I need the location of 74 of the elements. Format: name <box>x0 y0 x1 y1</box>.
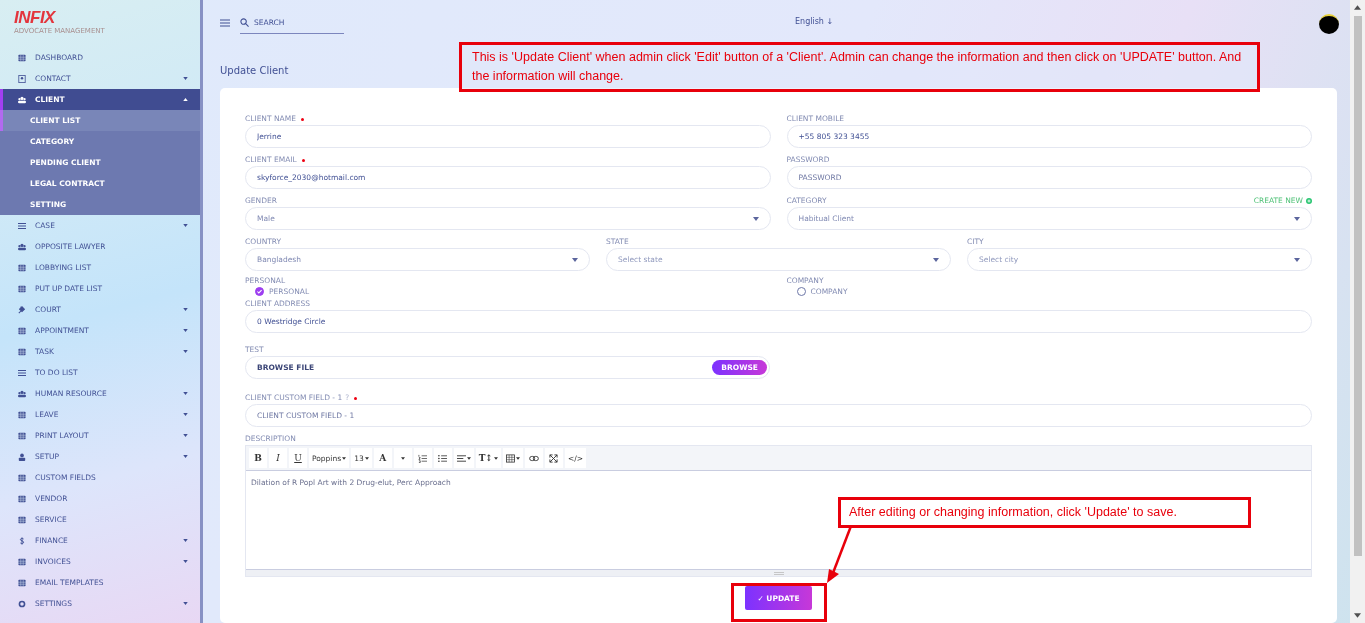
scroll-up-icon[interactable] <box>1354 5 1361 10</box>
people-icon <box>18 95 26 104</box>
caret-icon <box>515 456 520 460</box>
plus-circle-icon <box>1306 198 1312 204</box>
align-button[interactable] <box>453 448 474 468</box>
grid-icon <box>18 263 26 272</box>
toolbar-button[interactable]: U <box>289 448 307 468</box>
list-icon <box>18 221 26 230</box>
annotation-callout: After editing or changing information, click 'Update' to save. <box>838 497 1251 528</box>
toolbar-button[interactable]: T↕ <box>475 448 501 468</box>
caret-icon <box>364 456 369 460</box>
people-icon <box>18 242 26 251</box>
caret-icon <box>183 224 188 227</box>
caret-icon <box>400 456 405 460</box>
table-icon <box>505 453 515 463</box>
caret-icon <box>183 392 188 395</box>
caret-icon <box>183 329 188 332</box>
annotation-callout: This is 'Update Client' when admin click 'Edit' button of a 'Client'. Admin can change the information and then click on 'UPDATE' button. And the information will change. <box>459 42 1260 92</box>
toolbar-button[interactable]: I <box>269 448 287 468</box>
required-mark <box>301 158 305 162</box>
toolbar-button[interactable]: A <box>373 448 392 468</box>
logo: INFIX <box>14 9 55 27</box>
avatar[interactable] <box>1319 14 1339 34</box>
people-icon <box>18 389 26 398</box>
caret-icon <box>183 413 188 416</box>
required-mark <box>354 396 358 400</box>
caret-icon <box>183 539 188 542</box>
grid-icon <box>18 347 26 356</box>
olist-button[interactable] <box>413 448 432 468</box>
caret-icon <box>183 560 188 563</box>
table-button[interactable] <box>502 448 523 468</box>
radio-button[interactable] <box>255 287 264 296</box>
grid-icon <box>18 578 26 587</box>
resize-handle-icon[interactable] <box>773 571 784 575</box>
required-mark <box>300 117 304 121</box>
align-left-icon <box>456 453 466 463</box>
caret-icon <box>183 350 188 353</box>
user-icon <box>18 452 26 461</box>
grid-icon <box>18 53 26 62</box>
caret-icon <box>183 455 188 458</box>
link-button[interactable] <box>524 448 543 468</box>
bullet-list-icon <box>438 453 448 463</box>
toolbar-button[interactable]: B <box>249 448 267 468</box>
grid-icon <box>18 284 26 293</box>
numbered-list-icon <box>418 453 428 463</box>
caret-icon <box>933 257 939 262</box>
dollar-icon <box>18 536 26 545</box>
caret-icon <box>183 602 188 605</box>
gavel-icon <box>18 305 26 314</box>
caret-icon <box>183 308 188 311</box>
expand-button[interactable] <box>544 448 563 468</box>
caret-icon <box>183 77 188 80</box>
scrollbar-thumb[interactable] <box>1353 16 1362 556</box>
language-selector[interactable]: English ↓ <box>795 17 834 26</box>
contact-card-icon <box>18 74 26 83</box>
caret-icon <box>183 434 188 437</box>
search-icon <box>240 18 249 27</box>
page-title: Update Client <box>220 64 289 77</box>
caret-icon <box>466 456 471 460</box>
ulist-button[interactable] <box>433 448 452 468</box>
caret-icon <box>1294 257 1300 262</box>
scrollbar-track[interactable] <box>1350 0 1365 623</box>
grid-icon <box>18 473 26 482</box>
caret-icon <box>752 216 759 221</box>
caret-icon <box>342 456 347 460</box>
scroll-down-icon[interactable] <box>1354 613 1361 618</box>
gear-icon <box>18 599 26 608</box>
caret-icon <box>572 257 578 262</box>
fullscreen-icon <box>549 453 559 463</box>
caret-icon <box>1294 216 1300 221</box>
caret-icon <box>493 456 498 460</box>
link-icon <box>528 454 539 462</box>
caret-icon <box>183 98 188 101</box>
list-icon <box>18 368 26 377</box>
